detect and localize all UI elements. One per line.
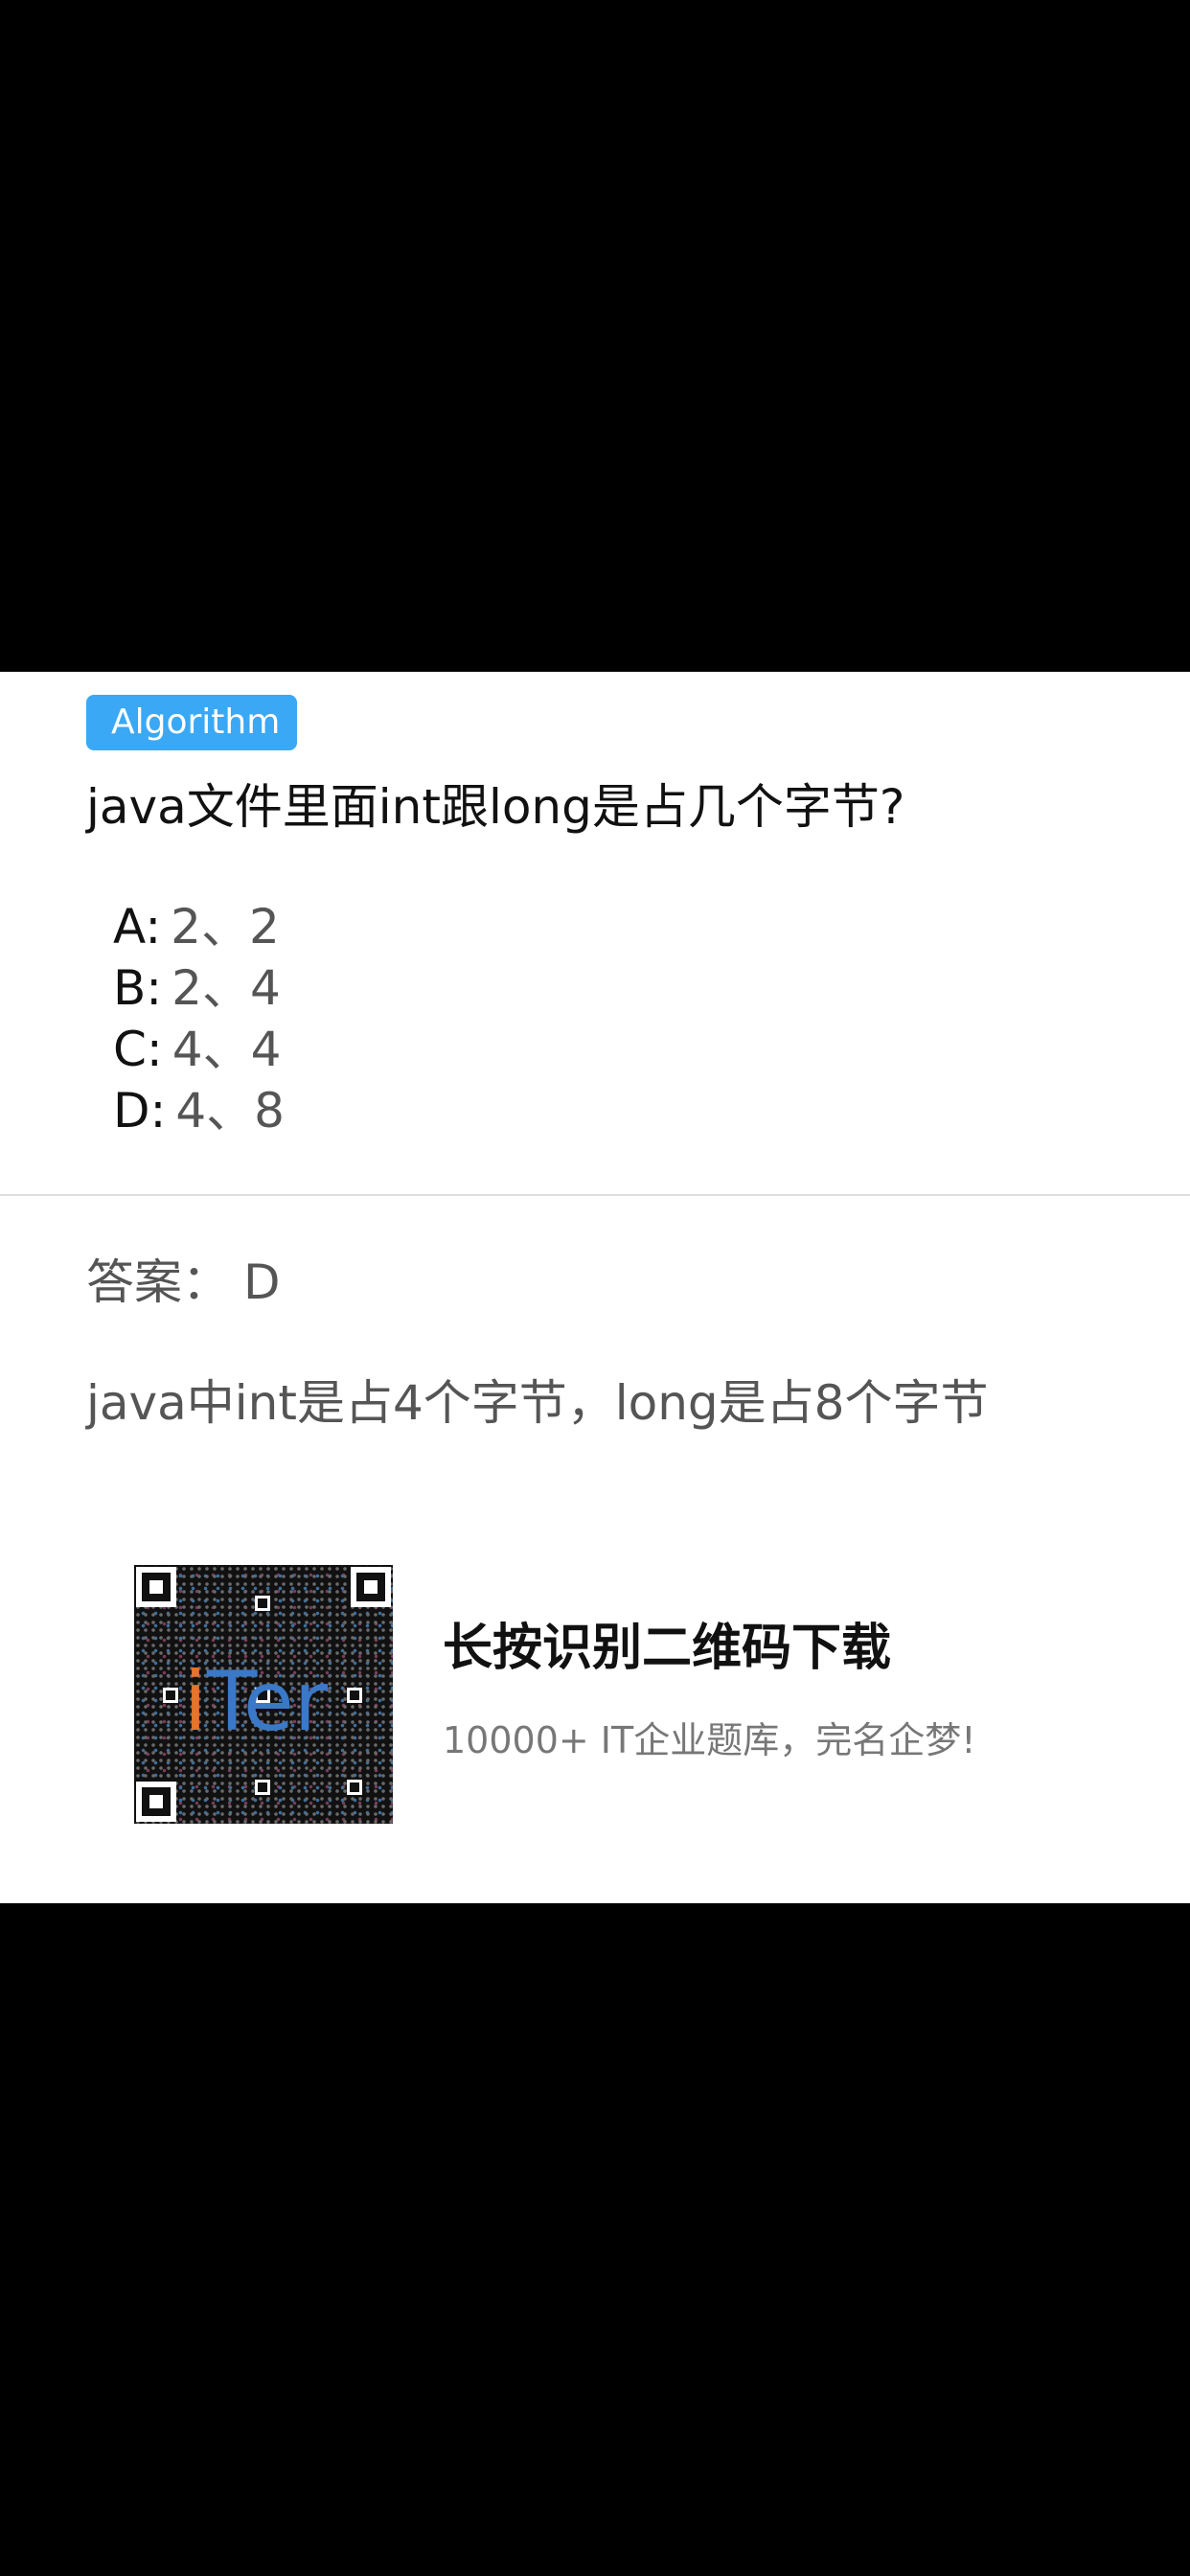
- option-value: 4、4: [172, 1022, 282, 1077]
- option-d[interactable]: D: 4、8: [113, 1080, 285, 1141]
- qr-align-mark: [255, 1596, 270, 1611]
- answer-value: D: [243, 1254, 281, 1310]
- qr-align-mark: [347, 1780, 362, 1795]
- option-value: 4、8: [175, 1083, 285, 1138]
- option-key: D:: [113, 1083, 167, 1138]
- answer-label: 答案：: [86, 1254, 230, 1310]
- option-c[interactable]: C: 4、4: [113, 1019, 285, 1080]
- option-key: A:: [113, 899, 162, 954]
- question-card: Algorithm java文件里面int跟long是占几个字节? A: 2、2 …: [0, 672, 1190, 1903]
- qr-finder-top-right: [351, 1567, 391, 1607]
- qr-finder-bottom-left: [136, 1782, 176, 1822]
- iter-logo: iTer: [184, 1649, 376, 1755]
- answer-line: 答案： D: [86, 1251, 281, 1314]
- qr-align-mark: [255, 1780, 270, 1795]
- option-key: C:: [113, 1022, 163, 1077]
- option-key: B:: [113, 960, 163, 1016]
- options-list: A: 2、2 B: 2、4 C: 4、4 D: 4、8: [113, 896, 285, 1141]
- bottom-black-area: [0, 1903, 1190, 2576]
- option-a[interactable]: A: 2、2: [113, 896, 285, 957]
- top-black-area: [0, 0, 1190, 672]
- logo-letter-i: i: [184, 1654, 207, 1750]
- qr-align-mark: [163, 1688, 178, 1703]
- logo-letters: Ter: [206, 1654, 329, 1750]
- download-subtitle: 10000+ IT企业题库，完名企梦!: [443, 1719, 976, 1761]
- qr-code[interactable]: iTer: [134, 1565, 393, 1824]
- answer-explanation: java中int是占4个字节，long是占8个字节: [86, 1375, 989, 1431]
- qr-finder-top-left: [136, 1567, 176, 1607]
- download-title: 长按识别二维码下载: [443, 1620, 892, 1677]
- option-b[interactable]: B: 2、4: [113, 957, 285, 1019]
- divider: [0, 1194, 1190, 1196]
- question-text: java文件里面int跟long是占几个字节?: [86, 779, 905, 835]
- option-value: 2、2: [171, 899, 280, 954]
- category-tag: Algorithm: [86, 695, 298, 750]
- option-value: 2、4: [172, 960, 281, 1016]
